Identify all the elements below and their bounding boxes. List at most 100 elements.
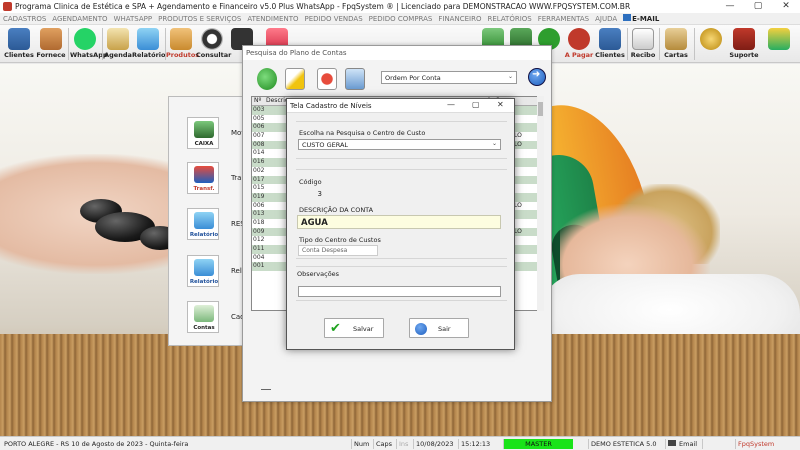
dialog-title: Tela Cadastro de Níveis xyxy=(290,102,372,110)
toolbar-relatorio-button[interactable]: Relatório xyxy=(132,26,166,62)
toolbar-exit-button[interactable] xyxy=(764,26,794,62)
grid-scrollbar[interactable] xyxy=(537,96,544,311)
table-cell: 008 xyxy=(253,140,265,148)
centro-custo-select[interactable]: CUSTO GERAL ⌄ xyxy=(298,139,501,150)
report-icon xyxy=(194,259,214,276)
menu-pedido-compras[interactable]: PEDIDO COMPRAS xyxy=(369,15,433,23)
menu-agendamento[interactable]: AGENDAMENTO xyxy=(52,15,107,23)
chevron-down-icon: ⌄ xyxy=(507,73,513,80)
status-time: 15:12:13 xyxy=(458,439,492,449)
menu-email[interactable]: E-MAIL xyxy=(623,14,659,23)
toolbar-suporte-button[interactable]: Suporte xyxy=(728,26,760,62)
toolbar-separator xyxy=(102,28,103,60)
menu-atendimento[interactable]: ATENDIMENTO xyxy=(247,15,298,23)
status-fpqsystem[interactable]: FpqSystem xyxy=(735,439,776,449)
menu-produtos-servicos[interactable]: PRODUTOS E SERVIÇOS xyxy=(158,15,241,23)
status-bar: PORTO ALEGRE - RS 10 de Agosto de 2023 -… xyxy=(0,436,800,450)
support-icon xyxy=(733,28,755,50)
toolbar-whatsapp-button[interactable]: WhatsApp xyxy=(70,26,108,62)
toolbar-separator xyxy=(68,28,69,60)
toolbar-fornece-button[interactable]: Fornece xyxy=(36,26,66,62)
chevron-down-icon: ⌄ xyxy=(491,140,497,147)
status-num: Num xyxy=(351,439,371,449)
status-ins: Ins xyxy=(396,439,410,449)
dollar-red-icon xyxy=(568,28,590,50)
maximize-button[interactable]: ▢ xyxy=(744,0,772,13)
exit-arrow-icon xyxy=(415,323,427,335)
status-demo: DEMO ESTETICA 5.0 xyxy=(588,439,659,449)
close-button[interactable]: ✕ xyxy=(772,0,800,13)
table-cell: 013 xyxy=(253,210,265,218)
plano-contas-title: Pesquisa do Plano de Contas xyxy=(243,46,551,60)
exit-icon xyxy=(768,28,790,50)
menu-relatorios[interactable]: RELATÓRIOS xyxy=(487,15,531,23)
table-cell: 018 xyxy=(253,218,265,226)
table-cell: 011 xyxy=(253,245,265,252)
agenda-icon xyxy=(107,28,129,50)
coins-icon xyxy=(700,28,722,50)
dialog-title-bar: Tela Cadastro de Níveis — ▢ ✕ xyxy=(287,99,514,113)
print-icon[interactable] xyxy=(345,68,365,90)
transfer-icon xyxy=(194,166,214,183)
checkmark-icon: ✔ xyxy=(330,321,341,336)
status-master: MASTER xyxy=(503,439,573,449)
minimize-button[interactable]: — xyxy=(447,100,455,109)
menu-ajuda[interactable]: AJUDA xyxy=(595,15,617,23)
toolbar-recibo-button[interactable]: Recibo xyxy=(629,26,657,62)
menu-financeiro[interactable]: FINANCEIRO xyxy=(438,15,481,23)
toolbar-consultar-button[interactable]: Consultar xyxy=(196,26,231,62)
table-cell: 002 xyxy=(253,166,265,174)
edit-icon[interactable] xyxy=(285,68,305,90)
menu-pedido-vendas[interactable]: PEDIDO VENDAS xyxy=(304,15,362,23)
salvar-button[interactable]: ✔ Salvar xyxy=(324,318,384,338)
menu-cadastros[interactable]: CADASTROS xyxy=(3,15,46,23)
menu-bar: CADASTROS AGENDAMENTO WHATSAPP PRODUTOS … xyxy=(0,13,800,25)
toolbar-a-pagar-button[interactable]: A Pagar xyxy=(564,26,594,62)
descricao-input[interactable]: AGUA xyxy=(297,215,501,229)
table-cell: 006 xyxy=(253,123,265,131)
order-select[interactable]: Ordem Por Conta ⌄ xyxy=(381,71,517,84)
codigo-field[interactable]: 3 xyxy=(299,190,323,201)
minimize-button[interactable]: — xyxy=(716,0,744,13)
scrollbar-thumb[interactable] xyxy=(538,102,543,116)
go-arrow-icon[interactable] xyxy=(528,68,546,86)
table-cell: 001 xyxy=(253,262,265,270)
close-button[interactable]: ✕ xyxy=(497,100,504,109)
toolbar-produtos-button[interactable]: Produtos xyxy=(166,26,199,62)
window-title: Programa Clinica de Estética e SPA + Age… xyxy=(15,2,631,11)
toolbar-agenda-button[interactable]: Agenda xyxy=(104,26,132,62)
abc-icon xyxy=(194,305,214,322)
add-icon[interactable] xyxy=(257,68,277,90)
tipo-field[interactable]: Conta Despesa xyxy=(298,245,378,256)
escolha-label: Escolha na Pesquisa o Centro de Custo xyxy=(299,129,426,137)
menu-ferramentas[interactable]: FERRAMENTAS xyxy=(538,15,589,23)
table-cell: 015 xyxy=(253,184,265,192)
tipo-label: Tipo do Centro de Custos xyxy=(299,236,381,244)
observacoes-input[interactable] xyxy=(298,286,501,297)
table-cell: 017 xyxy=(253,175,265,183)
toolbar-cartas-button[interactable]: Cartas xyxy=(662,26,690,62)
supplier-icon xyxy=(40,28,62,50)
table-cell: 014 xyxy=(253,149,265,157)
sair-button[interactable]: Sair xyxy=(409,318,469,338)
status-location: PORTO ALEGRE - RS 10 de Agosto de 2023 -… xyxy=(4,440,189,448)
report-icon xyxy=(137,28,159,50)
status-email[interactable]: Email xyxy=(665,439,699,449)
observacoes-label: Observações xyxy=(297,270,340,278)
table-cell: 012 xyxy=(253,236,265,244)
boxes-icon xyxy=(170,28,192,50)
receipt-icon xyxy=(632,28,654,50)
email-icon xyxy=(623,14,632,21)
status-blank xyxy=(702,439,707,449)
toolbar-clientes2-button[interactable]: Clientes xyxy=(595,26,625,62)
maximize-button[interactable]: ▢ xyxy=(472,100,480,109)
consult-icon xyxy=(201,28,223,50)
menu-whatsapp[interactable]: WHATSAPP xyxy=(114,15,153,23)
toolbar-coins-button[interactable] xyxy=(698,26,724,62)
people-icon xyxy=(599,28,621,50)
report-icon xyxy=(194,212,214,229)
app-icon xyxy=(3,2,12,11)
toolbar-clientes-button[interactable]: Clientes xyxy=(4,26,34,62)
whatsapp-icon xyxy=(74,28,96,50)
delete-icon[interactable] xyxy=(317,68,337,90)
